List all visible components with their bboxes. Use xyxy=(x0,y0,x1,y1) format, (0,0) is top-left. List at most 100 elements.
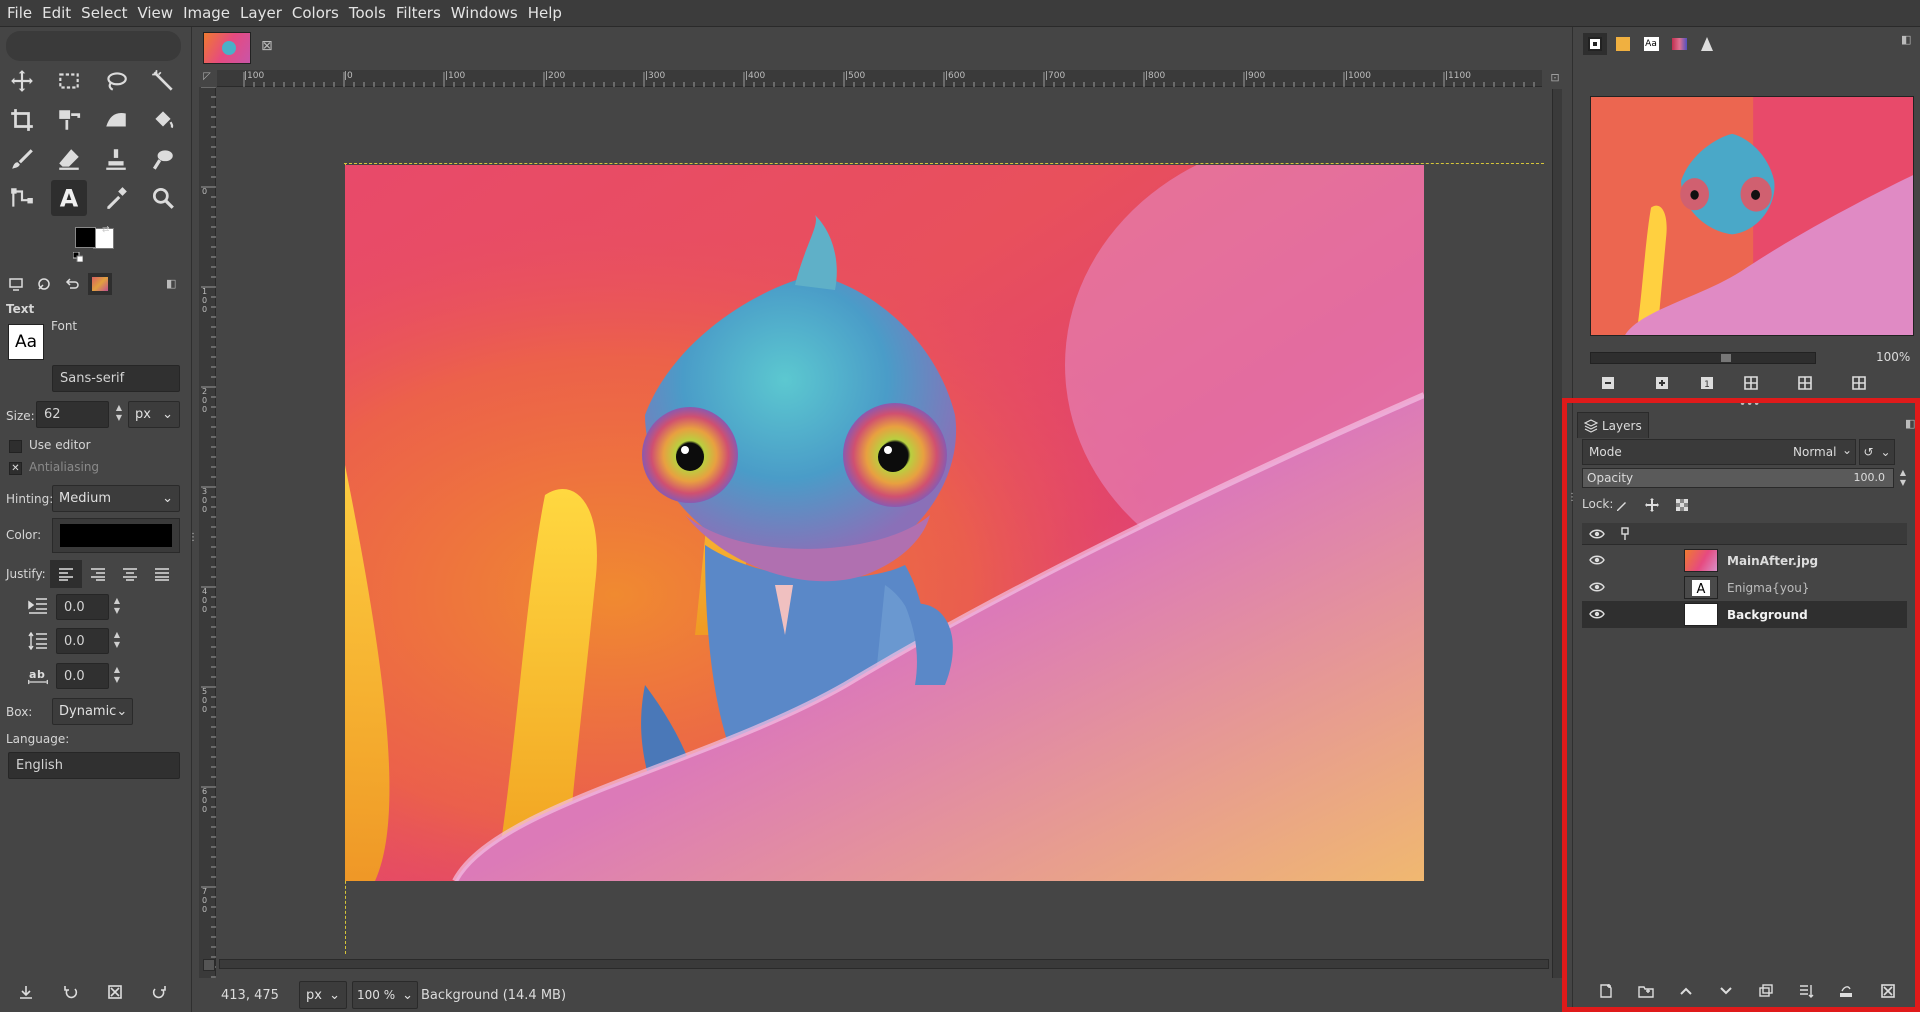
menu-image[interactable]: Image xyxy=(178,4,235,22)
indent-stepper[interactable]: ▲ ▼ xyxy=(111,596,123,616)
layer-visibility-eye-icon[interactable] xyxy=(1586,603,1608,625)
antialiasing-checkbox[interactable]: ✕ xyxy=(9,462,22,475)
dock-menu-icon[interactable]: ◧ xyxy=(1901,33,1911,46)
opacity-stepper[interactable]: ▲ ▼ xyxy=(1897,468,1909,488)
close-tab-icon[interactable]: ⊠ xyxy=(261,38,273,54)
letter-spacing-field[interactable]: 0.0 xyxy=(56,663,109,689)
justify-left-icon[interactable] xyxy=(50,560,82,588)
restore-tool-preset-icon[interactable] xyxy=(60,981,82,1003)
clone-tool-icon[interactable] xyxy=(98,141,134,177)
swap-colors-icon[interactable]: ⇄ xyxy=(102,225,112,235)
panel-resize-handle[interactable]: ⋮ xyxy=(1567,493,1577,511)
fill-window-icon[interactable] xyxy=(1794,372,1816,394)
hinting-dropdown[interactable]: Medium ⌄ xyxy=(52,485,180,512)
vertical-scrollbar[interactable] xyxy=(1552,89,1562,984)
zoom-window-icon[interactable]: ⊡ xyxy=(1547,71,1563,87)
delete-layer-icon[interactable] xyxy=(1877,980,1899,1002)
menu-select[interactable]: Select xyxy=(76,4,132,22)
warp-tool-icon[interactable] xyxy=(98,102,134,138)
text-color-button[interactable] xyxy=(52,518,180,553)
smudge-tool-icon[interactable] xyxy=(145,141,181,177)
tool-options-tab-icon[interactable] xyxy=(4,273,28,295)
gradients-tab-icon[interactable] xyxy=(1667,33,1691,55)
reset-tool-options-icon[interactable] xyxy=(148,981,170,1003)
undo-history-tab-icon[interactable] xyxy=(60,273,84,295)
font-field[interactable]: Sans-serif xyxy=(52,365,180,392)
crop-tool-icon[interactable] xyxy=(4,102,40,138)
layers-menu-icon[interactable]: ◧ xyxy=(1905,417,1915,430)
use-editor-checkbox[interactable] xyxy=(9,440,22,453)
lasso-tool-icon[interactable] xyxy=(98,63,134,99)
line-spacing-field[interactable]: 0.0 xyxy=(56,628,109,654)
language-field[interactable]: English xyxy=(8,752,180,779)
paths-tool-icon[interactable] xyxy=(4,180,40,216)
letter-spacing-stepper[interactable]: ▲ ▼ xyxy=(111,665,123,685)
size-unit-dropdown[interactable]: px ⌄ xyxy=(128,401,180,428)
lock-position-icon[interactable] xyxy=(1641,494,1663,516)
menu-tools[interactable]: Tools xyxy=(344,4,391,22)
quick-mask-corner-icon[interactable]: ◸ xyxy=(199,71,215,87)
layer-visibility-eye-icon[interactable] xyxy=(1586,576,1608,598)
lower-layer-icon[interactable] xyxy=(1715,980,1737,1002)
color-picker-tool-icon[interactable] xyxy=(98,180,134,216)
device-status-tab-icon[interactable] xyxy=(32,273,56,295)
navigate-button[interactable] xyxy=(203,959,215,971)
duplicate-layer-icon[interactable] xyxy=(1755,980,1777,1002)
line-spacing-stepper[interactable]: ▲ ▼ xyxy=(111,630,123,650)
lock-alpha-icon[interactable] xyxy=(1671,494,1693,516)
zoom-out-icon[interactable] xyxy=(1597,372,1619,394)
lock-pixels-icon[interactable] xyxy=(1611,494,1633,516)
tool-options-menu-icon[interactable]: ◧ xyxy=(166,277,176,290)
dynamics-tab-icon[interactable] xyxy=(1695,33,1719,55)
menu-edit[interactable]: Edit xyxy=(37,4,76,22)
visibility-header-eye-icon[interactable] xyxy=(1586,523,1608,545)
eraser-tool-icon[interactable] xyxy=(51,141,87,177)
unit-dropdown[interactable]: px ⌄ xyxy=(299,981,347,1009)
layer-row[interactable]: Background xyxy=(1582,601,1907,628)
zoom-1-1-icon[interactable]: 1 xyxy=(1696,372,1718,394)
fuzzy-select-tool-icon[interactable] xyxy=(145,63,181,99)
layer-row[interactable]: MainAfter.jpg xyxy=(1582,547,1907,574)
menu-view[interactable]: View xyxy=(132,4,178,22)
brushes-tab-icon[interactable] xyxy=(1583,33,1607,55)
zoom-in-icon[interactable] xyxy=(1651,372,1673,394)
layer-mask-icon[interactable] xyxy=(1835,980,1857,1002)
navigator-zoom-slider[interactable] xyxy=(1590,352,1816,364)
rect-select-tool-icon[interactable] xyxy=(51,63,87,99)
menu-file[interactable]: File xyxy=(2,4,37,22)
menu-layer[interactable]: Layer xyxy=(235,4,287,22)
patterns-tab-icon[interactable] xyxy=(1611,33,1635,55)
justify-fill-icon[interactable] xyxy=(146,560,178,588)
layers-tab[interactable]: Layers xyxy=(1577,412,1649,438)
bucket-fill-tool-icon[interactable] xyxy=(145,102,181,138)
default-colors-icon[interactable] xyxy=(72,251,84,263)
zoom-tool-icon[interactable] xyxy=(145,180,181,216)
fonts-tab-icon[interactable]: Aa xyxy=(1639,33,1663,55)
navigator-preview[interactable] xyxy=(1590,96,1914,336)
size-stepper[interactable]: ▲ ▼ xyxy=(113,403,125,423)
justify-right-icon[interactable] xyxy=(82,560,114,588)
menu-filters[interactable]: Filters xyxy=(391,4,446,22)
zoom-dropdown[interactable]: 100 % ⌄ xyxy=(352,981,418,1009)
chain-header-icon[interactable] xyxy=(1614,523,1636,545)
mode-dropdown[interactable]: Mode Normal ⌄ xyxy=(1582,439,1856,465)
menu-help[interactable]: Help xyxy=(523,4,567,22)
menu-windows[interactable]: Windows xyxy=(446,4,523,22)
raise-layer-icon[interactable] xyxy=(1675,980,1697,1002)
paintbrush-tool-icon[interactable] xyxy=(4,141,40,177)
move-tool-icon[interactable] xyxy=(4,63,40,99)
image-tab-thumbnail[interactable] xyxy=(203,32,251,64)
horizontal-scrollbar[interactable] xyxy=(219,959,1549,969)
size-field[interactable]: 62 xyxy=(36,401,109,428)
delete-tool-preset-icon[interactable] xyxy=(104,981,126,1003)
box-dropdown[interactable]: Dynamic ⌄ xyxy=(52,698,133,725)
images-tab-icon[interactable] xyxy=(88,273,112,295)
new-layer-group-icon[interactable] xyxy=(1635,980,1657,1002)
layer-visibility-eye-icon[interactable] xyxy=(1586,549,1608,571)
canvas-image[interactable] xyxy=(345,165,1424,881)
transform-tool-icon[interactable] xyxy=(51,102,87,138)
opacity-slider[interactable]: Opacity 100.0 xyxy=(1582,468,1894,488)
foreground-color-swatch[interactable] xyxy=(75,227,96,248)
indent-field[interactable]: 0.0 xyxy=(56,594,109,620)
text-tool-icon[interactable]: A xyxy=(51,180,87,216)
